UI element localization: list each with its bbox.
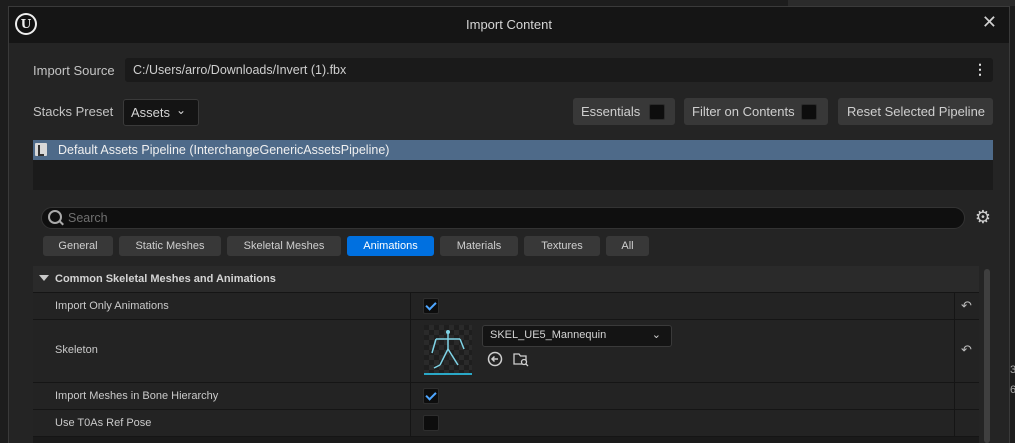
property-label: Skeleton: [55, 344, 98, 356]
window-title: Import Content: [466, 17, 552, 32]
tab-all[interactable]: All: [606, 236, 649, 256]
reset-to-default-icon[interactable]: ↶: [961, 298, 972, 314]
filter-on-contents-label: Filter on Contents: [692, 104, 795, 119]
column-divider[interactable]: [410, 320, 411, 382]
column-divider[interactable]: [410, 410, 411, 436]
use-t0as-ref-pose-checkbox[interactable]: [423, 415, 439, 431]
title-bar[interactable]: U Import Content ✕: [9, 7, 1009, 43]
background-text: 6: [1010, 384, 1015, 396]
filter-on-contents-toggle[interactable]: Filter on Contents: [684, 98, 828, 125]
stacks-preset-value: Assets: [131, 105, 171, 120]
gear-icon[interactable]: ⚙: [973, 207, 993, 227]
reset-selected-pipeline-button[interactable]: Reset Selected Pipeline: [838, 98, 993, 125]
stacks-preset-dropdown[interactable]: Assets ⌄: [123, 99, 199, 126]
property-row: Import Meshes in Bone Hierarchy: [33, 383, 979, 410]
property-label: Import Only Animations: [55, 300, 169, 312]
pipeline-stack-list: Default Assets Pipeline (InterchangeGene…: [33, 140, 993, 190]
column-divider: [954, 293, 955, 319]
skeleton-asset-picker[interactable]: SKEL_UE5_Mannequin ⌄: [482, 325, 672, 347]
column-divider[interactable]: [410, 293, 411, 319]
close-icon[interactable]: ✕: [982, 12, 997, 33]
property-row: Import Only Animations ↶: [33, 293, 979, 320]
column-divider: [954, 320, 955, 382]
column-divider: [954, 410, 955, 436]
chevron-down-icon: ⌄: [176, 103, 187, 117]
import-source-path: C:/Users/arro/Downloads/Invert (1).fbx: [133, 63, 347, 77]
reset-to-default-icon[interactable]: ↶: [961, 342, 972, 358]
details-panel: Common Skeletal Meshes and Animations Im…: [33, 266, 979, 443]
chevron-down-icon: ⌄: [651, 329, 661, 341]
import-meshes-in-bone-hierarchy-checkbox[interactable]: [423, 388, 439, 404]
pipeline-icon: [35, 143, 47, 156]
pipeline-name: Default Assets Pipeline (InterchangeGene…: [58, 143, 390, 157]
skeleton-asset-name: SKEL_UE5_Mannequin: [490, 329, 607, 341]
column-divider: [954, 383, 955, 409]
tab-general[interactable]: General: [43, 236, 113, 256]
property-label: Import Meshes in Bone Hierarchy: [55, 390, 219, 402]
stacks-preset-label: Stacks Preset: [33, 104, 114, 119]
tab-skeletal-meshes[interactable]: Skeletal Meshes: [227, 236, 341, 256]
skeleton-icon: [431, 330, 465, 369]
search-icon: [48, 210, 62, 224]
essentials-label: Essentials: [581, 104, 641, 119]
property-label: Use T0As Ref Pose: [55, 417, 152, 429]
import-content-dialog: U Import Content ✕ Import Source C:/User…: [8, 6, 1010, 443]
search-input[interactable]: [68, 210, 948, 225]
reset-selected-pipeline-label: Reset Selected Pipeline: [847, 104, 986, 119]
collapse-triangle-icon[interactable]: [39, 275, 49, 281]
browse-to-asset-icon[interactable]: [513, 351, 529, 367]
property-row: Skeleton SKEL_UE5_Mannequin ⌄ ↶: [33, 320, 979, 383]
use-selected-asset-icon[interactable]: [487, 351, 503, 367]
essentials-toggle[interactable]: Essentials: [573, 98, 675, 125]
details-scrollbar[interactable]: [984, 269, 990, 443]
background-text: 3: [1010, 364, 1015, 376]
category-title: Common Skeletal Meshes and Animations: [55, 273, 276, 285]
import-source-label: Import Source: [33, 63, 115, 78]
tab-textures[interactable]: Textures: [524, 236, 600, 256]
search-bar[interactable]: [41, 207, 965, 229]
essentials-checkbox[interactable]: [649, 104, 665, 120]
import-only-animations-checkbox[interactable]: [423, 298, 439, 314]
more-options-icon[interactable]: ⋮: [973, 62, 987, 76]
tab-materials[interactable]: Materials: [440, 236, 518, 256]
property-row: Use T0As Ref Pose: [33, 410, 979, 437]
import-source-field[interactable]: C:/Users/arro/Downloads/Invert (1).fbx ⋮: [125, 58, 993, 82]
tab-animations[interactable]: Animations: [347, 236, 434, 256]
skeleton-thumbnail[interactable]: [424, 325, 472, 375]
tab-static-meshes[interactable]: Static Meshes: [119, 236, 221, 256]
filter-on-contents-checkbox[interactable]: [801, 104, 817, 120]
category-header[interactable]: Common Skeletal Meshes and Animations: [33, 266, 979, 293]
pipeline-item[interactable]: Default Assets Pipeline (InterchangeGene…: [33, 140, 993, 160]
column-divider[interactable]: [410, 383, 411, 409]
